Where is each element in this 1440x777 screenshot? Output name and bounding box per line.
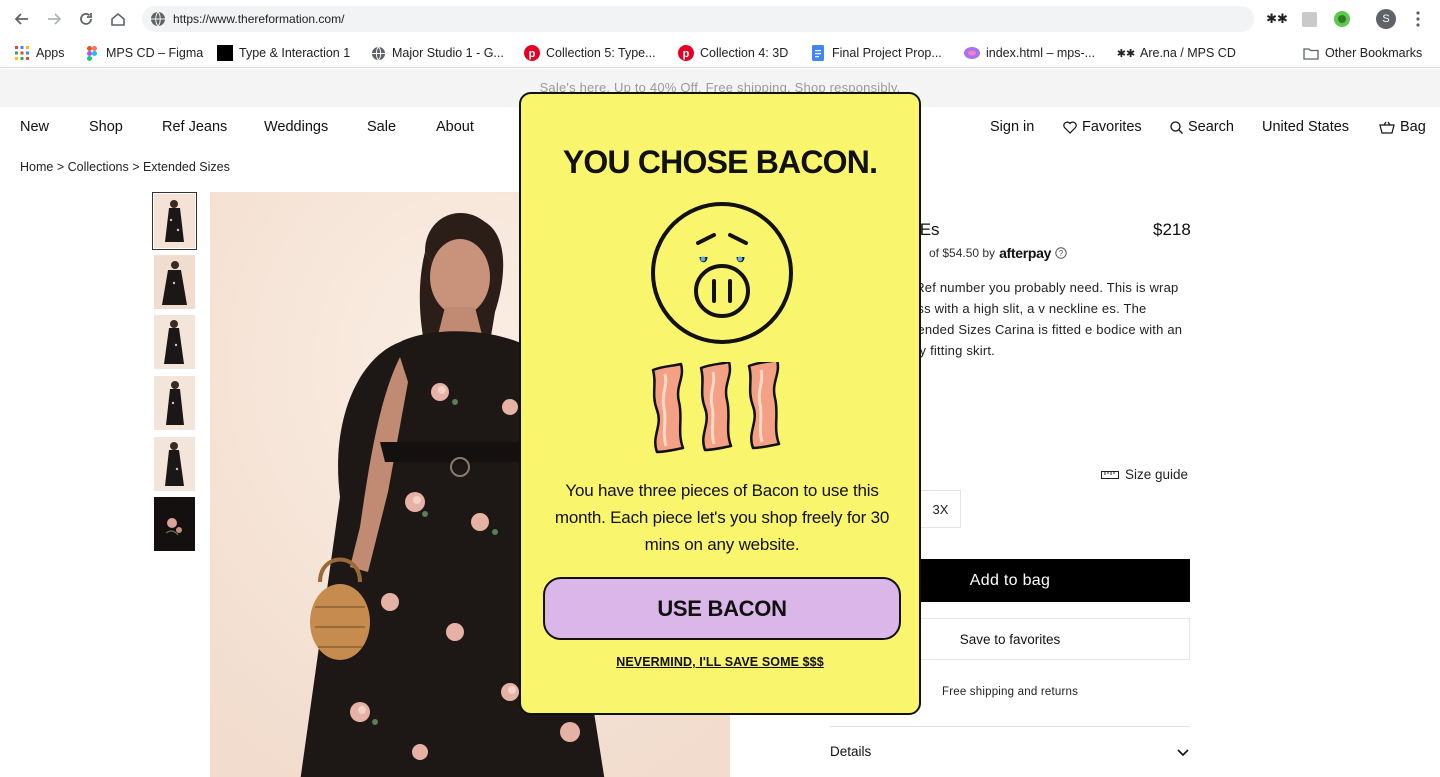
bookmark-label: Collection 4: 3D [700,46,789,60]
search-icon [1170,120,1183,134]
chevron-down-icon [1177,749,1189,757]
bag-icon [1379,121,1395,134]
nav-favorites[interactable]: Favorites [1063,119,1142,135]
bookmark-label: Major Studio 1 - G... [392,46,504,60]
globe-icon [370,45,386,61]
bacon-modal: YOU CHOSE BACON. You have three pieces o… [519,92,921,715]
nav-bag[interactable]: Bag [1379,119,1426,135]
svg-text:?: ? [1059,249,1064,258]
figma-icon [84,45,100,61]
country-label: United States [1262,119,1350,135]
ruler-icon [1101,470,1119,479]
sad-pig-icon [651,202,793,344]
bookmark-final-project[interactable]: Final Project Prop... [810,43,942,63]
nav-ref-jeans[interactable]: Ref Jeans [162,119,227,135]
bookmark-label: Collection 5: Type... [546,46,656,60]
use-bacon-button[interactable]: USE BACON [543,577,901,640]
nav-sign-in[interactable]: Sign in [990,119,1034,135]
bookmark-arena[interactable]: ✱✱ Are.na / MPS CD [1116,43,1236,63]
bookmark-figma[interactable]: MPS CD – Figma [84,43,203,63]
bacon-strips-icon [651,362,781,454]
bookmark-label: Other Bookmarks [1325,46,1423,60]
glitch-icon [964,45,980,61]
menu-kebab-icon[interactable] [1408,9,1428,29]
search-label: Search [1188,119,1234,135]
product-thumbnail-2[interactable] [154,255,195,309]
product-thumbnail-1[interactable] [152,192,197,250]
bookmark-apps[interactable]: Apps [14,43,65,63]
nav-new[interactable]: New [20,119,49,135]
black-square-icon [217,45,233,61]
reload-icon[interactable] [76,9,96,29]
afterpay-info: of $54.50 by afterpay ? [929,245,1067,261]
site-info-icon[interactable] [150,11,166,27]
bookmark-label: Type & Interaction 1 [239,46,351,60]
extension-icon[interactable] [1299,9,1319,29]
nav-shop[interactable]: Shop [89,119,123,135]
bookmark-index-html[interactable]: index.html – mps-... [964,43,1095,63]
browser-toolbar: https://www.thereformation.com/ ✱✱ S [0,0,1440,38]
bookmark-major-studio[interactable]: Major Studio 1 - G... [370,43,504,63]
nevermind-link[interactable]: NEVERMIND, I'LL SAVE SOME $$$ [521,655,919,669]
home-icon[interactable] [108,9,128,29]
details-accordion[interactable]: Details [830,726,1190,777]
bookmark-other[interactable]: Other Bookmarks [1303,43,1422,63]
google-docs-icon [810,45,826,61]
bookmark-label: index.html – mps-... [986,46,1096,60]
pinterest-icon: p [524,45,540,61]
sign-in-label: Sign in [990,119,1035,135]
bookmarks-bar: Apps MPS CD – Figma Type & Interaction 1… [0,38,1440,68]
bookmark-label: Apps [36,46,65,60]
product-price: $218 [1153,220,1191,239]
product-thumbnail-6[interactable] [154,497,195,551]
size-guide-label: Size guide [1125,467,1189,482]
folder-icon [1303,45,1319,61]
bag-label: Bag [1400,119,1426,135]
forward-arrow-icon[interactable] [44,9,64,29]
size-guide-link[interactable]: Size guide [1101,467,1188,482]
bookmark-label: MPS CD – Figma [106,46,204,60]
help-icon[interactable]: ? [1055,247,1067,259]
nav-weddings[interactable]: Weddings [264,119,328,135]
product-thumbnail-5[interactable] [154,437,195,491]
installment-text: of $54.50 by [929,246,996,260]
bookmark-collection-5[interactable]: p Collection 5: Type... [524,43,656,63]
nav-sale[interactable]: Sale [367,119,396,135]
bookmark-label: Final Project Prop... [832,46,942,60]
pinterest-icon: p [678,45,694,61]
nav-country[interactable]: United States [1262,119,1349,135]
favorites-label: Favorites [1082,119,1142,135]
address-bar[interactable]: https://www.thereformation.com/ [142,6,1254,32]
arena-icon: ✱✱ [1116,47,1136,60]
product-thumbnail-3[interactable] [154,315,195,369]
nav-about[interactable]: About [436,119,474,135]
url-text[interactable]: https://www.thereformation.com/ [173,12,344,26]
product-thumbnail-4[interactable] [154,376,195,430]
svg-text:p: p [529,48,536,60]
afterpay-logo: afterpay [999,245,1052,261]
modal-title: YOU CHOSE BACON. [562,144,878,180]
back-arrow-icon[interactable] [12,9,32,29]
profile-avatar[interactable]: S [1376,9,1396,29]
nav-search[interactable]: Search [1170,119,1234,135]
bookmark-type-interaction[interactable]: Type & Interaction 1 [217,43,350,63]
product-description: sy Ref number you probably need. This is… [898,280,1183,358]
apps-grid-icon [14,45,30,61]
green-extension-icon[interactable] [1332,9,1352,29]
bookmark-collection-4[interactable]: p Collection 4: 3D [678,43,788,63]
breadcrumb[interactable]: Home > Collections > Extended Sizes [20,160,230,174]
size-option-3x[interactable]: 3X [920,490,961,528]
arena-extension-icon[interactable]: ✱✱ [1266,9,1288,29]
svg-text:p: p [683,48,690,60]
bookmark-label: Are.na / MPS CD [1140,46,1236,60]
heart-icon [1063,121,1077,134]
details-label: Details [830,744,872,759]
modal-body-text: You have three pieces of Bacon to use th… [554,481,890,554]
